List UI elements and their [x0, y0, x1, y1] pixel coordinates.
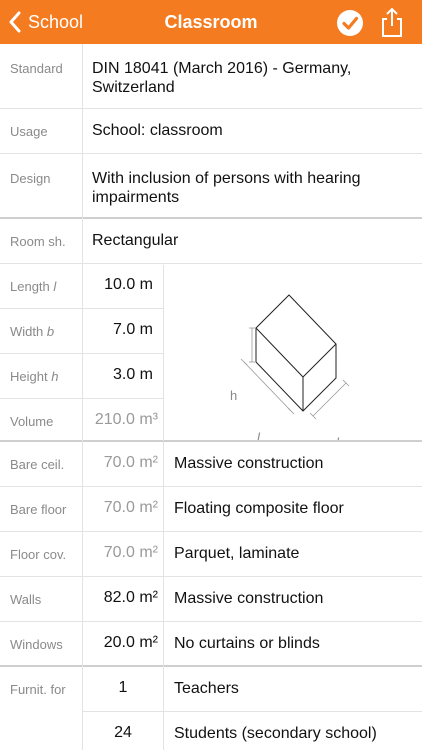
surface-area: 70.0 m²	[103, 544, 158, 561]
standard-label: Standard	[10, 61, 63, 76]
standard-value: DIN 18041 (March 2016) - Germany, Switze…	[92, 60, 352, 96]
surface-label: Bare ceil.	[10, 457, 65, 472]
room-shape-row[interactable]: Room sh. Rectangular	[0, 219, 422, 263]
surface-area: 82.0 m²	[103, 589, 158, 606]
surface-label: Walls	[10, 592, 42, 607]
share-icon[interactable]	[380, 6, 404, 38]
surface-label: Floor cov.	[10, 547, 67, 562]
usage-label: Usage	[10, 124, 48, 139]
room-box-diagram: h l b	[230, 294, 350, 441]
surface-row-floor[interactable]: Bare floor 70.0 m² Floating composite fl…	[0, 487, 422, 531]
furniture-desc: Teachers	[174, 680, 239, 697]
back-label: School	[28, 11, 84, 32]
furniture-label: Furnit. for	[10, 682, 66, 697]
surface-material: No curtains or blinds	[174, 635, 320, 652]
length-value: 10.0 m	[104, 276, 153, 293]
height-value: 3.0 m	[112, 366, 153, 383]
furniture-count: 24	[114, 724, 132, 741]
surface-material: Parquet, laminate	[174, 545, 300, 562]
chevron-left-icon	[9, 11, 21, 33]
design-label: Design	[10, 171, 51, 186]
usage-value: School: classroom	[92, 122, 223, 139]
surface-label: Windows	[10, 637, 63, 652]
furniture-row-teachers[interactable]: Furnit. for 1 Teachers	[0, 667, 422, 711]
surface-row-floor-covering[interactable]: Floor cov. 70.0 m² Parquet, laminate	[0, 532, 422, 576]
volume-label: Volume	[10, 414, 54, 429]
room-shape-value: Rectangular	[92, 232, 179, 249]
surface-row-windows[interactable]: Windows 20.0 m² No curtains or blinds	[0, 622, 422, 665]
back-button[interactable]: School	[8, 0, 83, 44]
surface-material: Massive construction	[174, 455, 324, 472]
surface-row-walls[interactable]: Walls 82.0 m² Massive construction	[0, 577, 422, 621]
volume-value: 210.0 m³	[94, 411, 158, 428]
confirm-button[interactable]	[337, 10, 363, 36]
design-row[interactable]: Design With inclusion of persons with he…	[0, 154, 422, 218]
surface-label: Bare floor	[10, 502, 67, 517]
height-label: Height h	[10, 369, 59, 384]
surface-area: 20.0 m²	[103, 634, 158, 651]
surface-row-ceiling[interactable]: Bare ceil. 70.0 m² Massive construction	[0, 442, 422, 486]
width-label: Width b	[10, 324, 55, 339]
surface-area: 70.0 m²	[103, 499, 158, 516]
surface-material: Massive construction	[174, 590, 324, 607]
column-divider	[163, 442, 164, 750]
furniture-desc: Students (secondary school)	[174, 725, 377, 742]
length-label: Length l	[10, 279, 57, 294]
surface-area: 70.0 m²	[103, 454, 158, 471]
checkmark-icon	[342, 16, 359, 30]
width-value: 7.0 m	[112, 321, 153, 338]
furniture-row-students[interactable]: 24 Students (secondary school)	[0, 712, 422, 750]
room-shape-label: Room sh.	[10, 234, 66, 249]
furniture-count: 1	[118, 679, 128, 696]
standard-row[interactable]: Standard DIN 18041 (March 2016) - German…	[0, 44, 422, 108]
column-divider	[163, 265, 164, 441]
design-value: With inclusion of persons with hearing i…	[92, 170, 361, 206]
surface-material: Floating composite floor	[174, 500, 344, 517]
dimension-h-label: h	[230, 388, 237, 403]
nav-bar: School Classroom	[0, 0, 422, 44]
column-divider	[82, 44, 83, 750]
usage-row[interactable]: Usage School: classroom	[0, 109, 422, 153]
